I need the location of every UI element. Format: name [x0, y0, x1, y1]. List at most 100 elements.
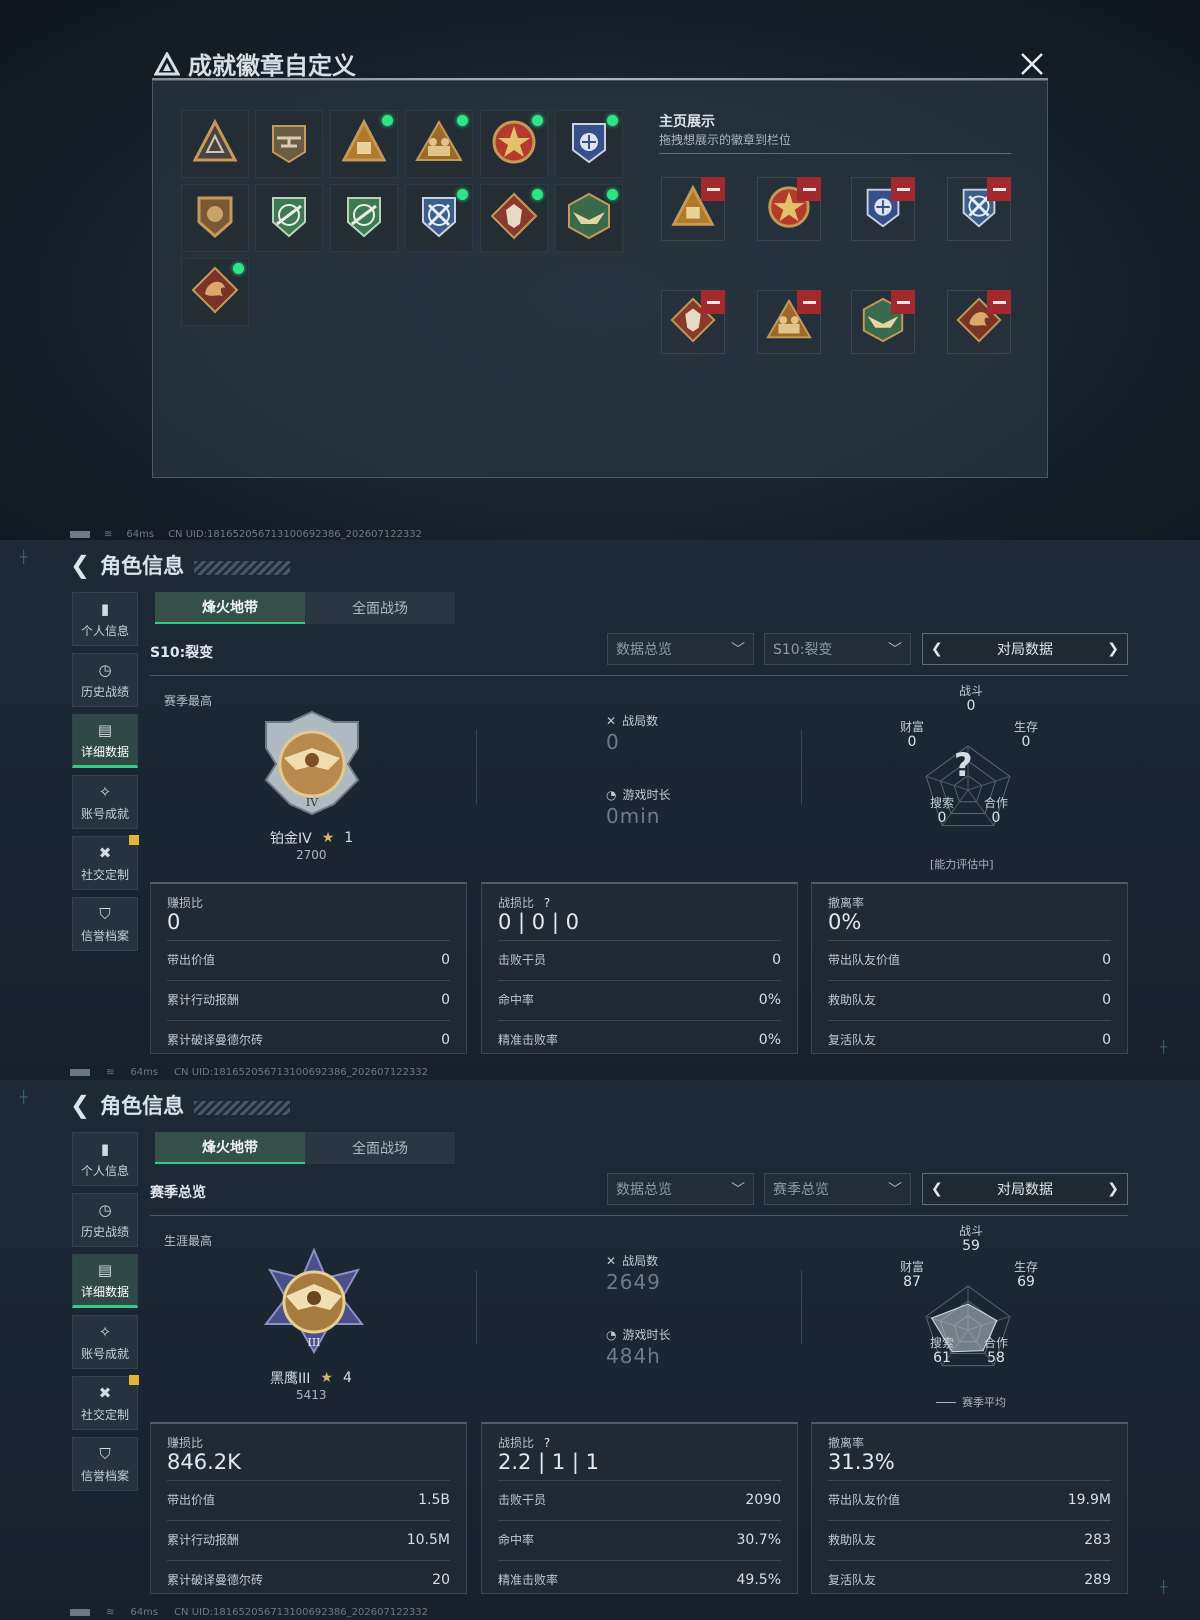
showcase-slot[interactable]	[947, 177, 1011, 241]
stat-card: 赚损比 0 带出价值 0 累计行动报酬 0 累计破译曼德尔砖 0	[150, 882, 467, 1054]
showcase-slot[interactable]	[661, 177, 725, 241]
radar-axis-value: 0	[907, 734, 917, 750]
showcase-slot[interactable]	[851, 290, 915, 354]
remove-badge-button[interactable]	[797, 177, 821, 201]
season-select[interactable]: S10:裂变 ﹀	[764, 633, 911, 665]
badge-tile[interactable]	[480, 110, 548, 178]
radar-axis-label: 搜索	[929, 796, 954, 810]
sidebar-item[interactable]: ◷ 历史战绩	[72, 653, 138, 707]
stat-row-value: 0	[1102, 951, 1111, 968]
sidebar-item[interactable]: ◷ 历史战绩	[72, 1193, 138, 1247]
police-shield-badge-icon	[563, 116, 615, 172]
stat-row-value: 49.5%	[736, 1571, 781, 1588]
stat-card-label-text: 战损比	[498, 1436, 535, 1450]
remove-badge-button[interactable]	[891, 290, 915, 314]
radar-note-text: 赛季平均	[962, 1396, 1006, 1409]
remove-badge-button[interactable]	[701, 290, 725, 314]
badge-tile[interactable]	[255, 110, 323, 178]
badge-tile[interactable]	[405, 110, 473, 178]
showcase-slot[interactable]	[661, 290, 725, 354]
chevron-right-icon[interactable]: ❯	[1107, 1181, 1119, 1197]
chevron-left-icon[interactable]: ❮	[931, 641, 943, 657]
title-stripe-decoration	[194, 561, 291, 575]
stat-card-value: 846.2K	[167, 1450, 241, 1474]
sidebar-item[interactable]: ✧ 账号成就	[72, 775, 138, 829]
back-icon[interactable]: ❮	[70, 551, 90, 579]
sidebar-item[interactable]: ⛉ 信誉档案	[72, 897, 138, 951]
sidebar-item[interactable]: ✖ 社交定制	[72, 1375, 139, 1430]
stat-row-value: 19.9M	[1067, 1491, 1111, 1508]
green-eagle-hex-badge-icon	[563, 190, 615, 246]
column-divider	[476, 730, 477, 804]
badge-tile[interactable]	[330, 184, 398, 252]
tab-warzone[interactable]: 烽火地带	[155, 1132, 305, 1164]
badge-tile[interactable]	[555, 184, 623, 252]
sidebar-item-label: 详细数据	[80, 744, 129, 759]
badge-tile[interactable]	[405, 184, 473, 252]
stat-card-value: 2.2 | 1 | 1	[498, 1450, 599, 1474]
badge-tile[interactable]	[480, 184, 548, 252]
sidebar-item[interactable]: ✧ 账号成就	[72, 1315, 138, 1369]
showcase-slot[interactable]	[757, 290, 821, 354]
showcase-slot[interactable]	[757, 177, 821, 241]
close-icon[interactable]	[1018, 50, 1046, 78]
helicopter-badge-icon	[263, 116, 315, 172]
badge-tile[interactable]	[181, 110, 249, 178]
sidebar-item[interactable]: ▤ 详细数据	[72, 1254, 138, 1308]
sidebar-item-label: 历史战绩	[80, 1224, 129, 1239]
showcase-slot[interactable]	[947, 290, 1011, 354]
select-value: 数据总览	[616, 1182, 672, 1198]
season-title: 赛季总览	[150, 1185, 206, 1201]
stat-row-label: 命中率	[498, 993, 535, 1007]
mode-label: 对局数据	[997, 1182, 1053, 1198]
badge-tile[interactable]	[181, 258, 249, 326]
season-select[interactable]: 赛季总览 ﹀	[764, 1173, 911, 1205]
radar-axis-value: 69	[1017, 1274, 1035, 1290]
stat-row: 击败干员 2090	[498, 1480, 781, 1518]
tab-battlefield[interactable]: 全面战场	[305, 1132, 455, 1164]
star-icon: ★	[321, 830, 335, 846]
battery-icon	[70, 1609, 90, 1616]
showcase-slot[interactable]	[851, 177, 915, 241]
dialog-title: 成就徽章自定义	[154, 46, 356, 81]
sidebar-item[interactable]: ▮ 个人信息	[72, 592, 138, 646]
showcase-subtitle: 拖拽想展示的徽章到栏位	[659, 133, 792, 147]
sidebar-item[interactable]: ▮ 个人信息	[72, 1132, 138, 1186]
chevron-left-icon[interactable]: ❮	[931, 1181, 943, 1197]
chevron-right-icon[interactable]: ❯	[1107, 641, 1119, 657]
sidebar-item[interactable]: ▤ 详细数据	[72, 714, 138, 768]
remove-badge-button[interactable]	[987, 290, 1011, 314]
data-overview-select[interactable]: 数据总览 ﹀	[607, 1173, 754, 1205]
stat-row-value: 0	[1102, 991, 1111, 1008]
remove-badge-button[interactable]	[701, 177, 725, 201]
sidebar-item[interactable]: ⛉ 信誉档案	[72, 1437, 138, 1491]
remove-badge-button[interactable]	[987, 177, 1011, 201]
stat-card-label-text: 撤离率	[828, 1436, 865, 1450]
badge-tile[interactable]	[181, 184, 249, 252]
stat-row-label: 救助队友	[828, 993, 877, 1007]
remove-badge-button[interactable]	[797, 290, 821, 314]
sidebar-item[interactable]: ✖ 社交定制	[72, 835, 139, 890]
shield-icon: ⛉	[99, 1444, 111, 1463]
tab-battlefield[interactable]: 全面战场	[305, 592, 455, 624]
badge-customize-screen: 成就徽章自定义 主页展示 拖拽想展示的徽章到栏位 ≋ 64ms CN UID:1…	[0, 0, 1200, 540]
tools-icon: ✖	[98, 1383, 112, 1402]
stat-row-label: 复活队友	[828, 1033, 877, 1047]
badge-tile[interactable]	[330, 110, 398, 178]
stat-card-label: 赚损比	[167, 1434, 203, 1451]
column-divider	[476, 1270, 477, 1344]
playtime-label: ◔ 游戏时长	[606, 786, 671, 803]
status-bar: ≋ 64ms CN UID:18165205671310069238​6_20260…	[70, 1607, 428, 1618]
stat-row-label: 带出队友价值	[828, 1493, 901, 1507]
badge-tile[interactable]	[555, 110, 623, 178]
radar-axis-label: 财富	[899, 720, 924, 734]
badge-tile[interactable]	[255, 184, 323, 252]
tab-warzone[interactable]: 烽火地带	[155, 592, 305, 624]
data-overview-select[interactable]: 数据总览 ﹀	[607, 633, 754, 665]
help-icon[interactable]: ?	[544, 1436, 550, 1450]
help-icon[interactable]: ?	[544, 896, 550, 910]
page-title: 角色信息	[100, 554, 185, 578]
stopwatch-icon: ◔	[606, 1327, 617, 1342]
remove-badge-button[interactable]	[891, 177, 915, 201]
back-icon[interactable]: ❮	[70, 1091, 90, 1119]
